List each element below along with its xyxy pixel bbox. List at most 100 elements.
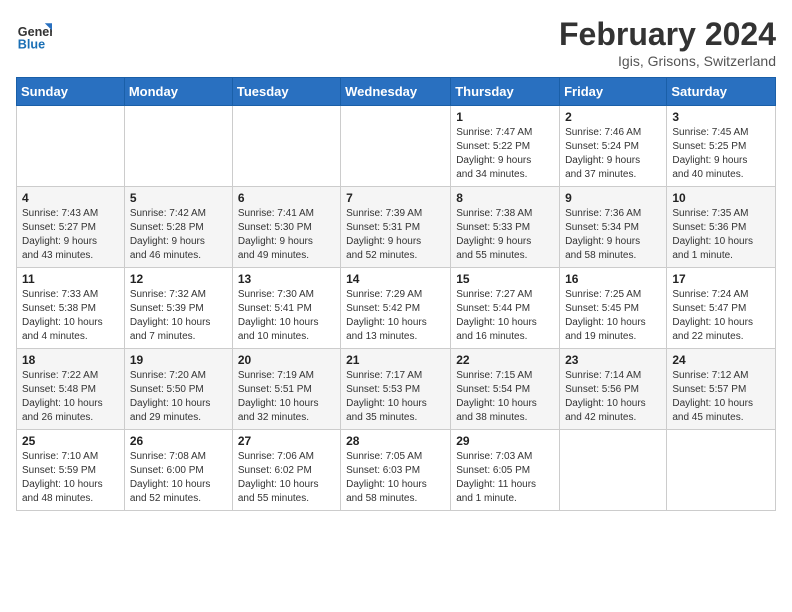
svg-text:Blue: Blue [18, 37, 45, 51]
day-info: Sunrise: 7:14 AM Sunset: 5:56 PM Dayligh… [565, 369, 661, 425]
day-number: 8 [456, 191, 554, 205]
calendar-header-saturday: Saturday [667, 78, 776, 106]
title-block: February 2024 Igis, Grisons, Switzerland [559, 16, 776, 69]
day-number: 29 [456, 434, 554, 448]
day-number: 23 [565, 353, 661, 367]
day-info: Sunrise: 7:25 AM Sunset: 5:45 PM Dayligh… [565, 288, 661, 344]
day-info: Sunrise: 7:08 AM Sunset: 6:00 PM Dayligh… [130, 450, 227, 506]
day-number: 12 [130, 272, 227, 286]
calendar-cell: 18 Sunrise: 7:22 AM Sunset: 5:48 PM Dayli… [17, 349, 125, 430]
day-info: Sunrise: 7:30 AM Sunset: 5:41 PM Dayligh… [238, 288, 335, 344]
day-info: Sunrise: 7:24 AM Sunset: 5:47 PM Dayligh… [672, 288, 770, 344]
day-number: 22 [456, 353, 554, 367]
calendar-cell: 26 Sunrise: 7:08 AM Sunset: 6:00 PM Dayli… [124, 430, 232, 511]
calendar-cell: 14 Sunrise: 7:29 AM Sunset: 5:42 PM Dayli… [341, 268, 451, 349]
calendar-cell: 24 Sunrise: 7:12 AM Sunset: 5:57 PM Dayli… [667, 349, 776, 430]
page-header: General Blue February 2024 Igis, Grisons… [16, 16, 776, 69]
calendar-cell: 9 Sunrise: 7:36 AM Sunset: 5:34 PM Daylig… [560, 187, 667, 268]
day-number: 24 [672, 353, 770, 367]
day-number: 28 [346, 434, 445, 448]
day-number: 20 [238, 353, 335, 367]
day-info: Sunrise: 7:20 AM Sunset: 5:50 PM Dayligh… [130, 369, 227, 425]
calendar-cell: 4Sunrise: 7:43 AM Sunset: 5:27 PM Daylig… [17, 187, 125, 268]
month-year-title: February 2024 [559, 16, 776, 53]
day-number: 13 [238, 272, 335, 286]
calendar-header-row: SundayMondayTuesdayWednesdayThursdayFrid… [17, 78, 776, 106]
calendar-cell: 13 Sunrise: 7:30 AM Sunset: 5:41 PM Dayli… [232, 268, 340, 349]
day-info: Sunrise: 7:33 AM Sunset: 5:38 PM Dayligh… [22, 288, 119, 344]
calendar-header-monday: Monday [124, 78, 232, 106]
day-info: Sunrise: 7:35 AM Sunset: 5:36 PM Dayligh… [672, 207, 770, 263]
calendar-cell [124, 106, 232, 187]
day-number: 1 [456, 110, 554, 124]
day-info: Sunrise: 7:42 AM Sunset: 5:28 PM Dayligh… [130, 207, 227, 263]
calendar-cell: 12Sunrise: 7:32 AM Sunset: 5:39 PM Dayli… [124, 268, 232, 349]
calendar-cell [17, 106, 125, 187]
calendar-table: SundayMondayTuesdayWednesdayThursdayFrid… [16, 77, 776, 511]
calendar-header-wednesday: Wednesday [341, 78, 451, 106]
calendar-cell: 20 Sunrise: 7:19 AM Sunset: 5:51 PM Dayli… [232, 349, 340, 430]
day-number: 7 [346, 191, 445, 205]
day-number: 16 [565, 272, 661, 286]
calendar-cell: 3 Sunrise: 7:45 AM Sunset: 5:25 PM Daylig… [667, 106, 776, 187]
calendar-week-row: 1Sunrise: 7:47 AM Sunset: 5:22 PM Daylig… [17, 106, 776, 187]
day-info: Sunrise: 7:12 AM Sunset: 5:57 PM Dayligh… [672, 369, 770, 425]
day-number: 15 [456, 272, 554, 286]
calendar-cell: 27 Sunrise: 7:06 AM Sunset: 6:02 PM Dayli… [232, 430, 340, 511]
calendar-cell: 22Sunrise: 7:15 AM Sunset: 5:54 PM Dayli… [451, 349, 560, 430]
day-number: 25 [22, 434, 119, 448]
day-info: Sunrise: 7:17 AM Sunset: 5:53 PM Dayligh… [346, 369, 445, 425]
day-number: 18 [22, 353, 119, 367]
calendar-cell: 7 Sunrise: 7:39 AM Sunset: 5:31 PM Daylig… [341, 187, 451, 268]
calendar-cell: 21 Sunrise: 7:17 AM Sunset: 5:53 PM Dayli… [341, 349, 451, 430]
logo-icon: General Blue [16, 16, 52, 52]
day-number: 19 [130, 353, 227, 367]
calendar-week-row: 4Sunrise: 7:43 AM Sunset: 5:27 PM Daylig… [17, 187, 776, 268]
calendar-week-row: 11 Sunrise: 7:33 AM Sunset: 5:38 PM Dayli… [17, 268, 776, 349]
day-number: 27 [238, 434, 335, 448]
day-number: 21 [346, 353, 445, 367]
day-info: Sunrise: 7:45 AM Sunset: 5:25 PM Dayligh… [672, 126, 770, 182]
day-info: Sunrise: 7:39 AM Sunset: 5:31 PM Dayligh… [346, 207, 445, 263]
calendar-week-row: 25 Sunrise: 7:10 AM Sunset: 5:59 PM Dayli… [17, 430, 776, 511]
logo: General Blue [16, 16, 52, 52]
calendar-cell: 8 Sunrise: 7:38 AM Sunset: 5:33 PM Daylig… [451, 187, 560, 268]
calendar-cell: 16 Sunrise: 7:25 AM Sunset: 5:45 PM Dayli… [560, 268, 667, 349]
day-number: 9 [565, 191, 661, 205]
calendar-header-sunday: Sunday [17, 78, 125, 106]
day-info: Sunrise: 7:22 AM Sunset: 5:48 PM Dayligh… [22, 369, 119, 425]
calendar-cell: 11 Sunrise: 7:33 AM Sunset: 5:38 PM Dayli… [17, 268, 125, 349]
day-info: Sunrise: 7:27 AM Sunset: 5:44 PM Dayligh… [456, 288, 554, 344]
day-number: 2 [565, 110, 661, 124]
day-info: Sunrise: 7:05 AM Sunset: 6:03 PM Dayligh… [346, 450, 445, 506]
day-number: 10 [672, 191, 770, 205]
calendar-header-thursday: Thursday [451, 78, 560, 106]
day-info: Sunrise: 7:36 AM Sunset: 5:34 PM Dayligh… [565, 207, 661, 263]
day-number: 17 [672, 272, 770, 286]
calendar-cell: 28 Sunrise: 7:05 AM Sunset: 6:03 PM Dayli… [341, 430, 451, 511]
day-info: Sunrise: 7:06 AM Sunset: 6:02 PM Dayligh… [238, 450, 335, 506]
calendar-cell: 10 Sunrise: 7:35 AM Sunset: 5:36 PM Dayli… [667, 187, 776, 268]
calendar-cell: 5 Sunrise: 7:42 AM Sunset: 5:28 PM Daylig… [124, 187, 232, 268]
day-number: 26 [130, 434, 227, 448]
calendar-cell [667, 430, 776, 511]
calendar-cell: 23 Sunrise: 7:14 AM Sunset: 5:56 PM Dayli… [560, 349, 667, 430]
calendar-cell: 25 Sunrise: 7:10 AM Sunset: 5:59 PM Dayli… [17, 430, 125, 511]
day-info: Sunrise: 7:10 AM Sunset: 5:59 PM Dayligh… [22, 450, 119, 506]
day-info: Sunrise: 7:38 AM Sunset: 5:33 PM Dayligh… [456, 207, 554, 263]
day-number: 14 [346, 272, 445, 286]
calendar-cell: 17 Sunrise: 7:24 AM Sunset: 5:47 PM Dayli… [667, 268, 776, 349]
calendar-cell: 1Sunrise: 7:47 AM Sunset: 5:22 PM Daylig… [451, 106, 560, 187]
day-info: Sunrise: 7:19 AM Sunset: 5:51 PM Dayligh… [238, 369, 335, 425]
day-number: 3 [672, 110, 770, 124]
day-number: 11 [22, 272, 119, 286]
calendar-cell [560, 430, 667, 511]
day-info: Sunrise: 7:29 AM Sunset: 5:42 PM Dayligh… [346, 288, 445, 344]
calendar-cell: 15 Sunrise: 7:27 AM Sunset: 5:44 PM Dayli… [451, 268, 560, 349]
calendar-header-tuesday: Tuesday [232, 78, 340, 106]
calendar-cell: 19 Sunrise: 7:20 AM Sunset: 5:50 PM Dayli… [124, 349, 232, 430]
location-subtitle: Igis, Grisons, Switzerland [559, 53, 776, 69]
day-number: 5 [130, 191, 227, 205]
calendar-cell: 2Sunrise: 7:46 AM Sunset: 5:24 PM Daylig… [560, 106, 667, 187]
day-info: Sunrise: 7:41 AM Sunset: 5:30 PM Dayligh… [238, 207, 335, 263]
